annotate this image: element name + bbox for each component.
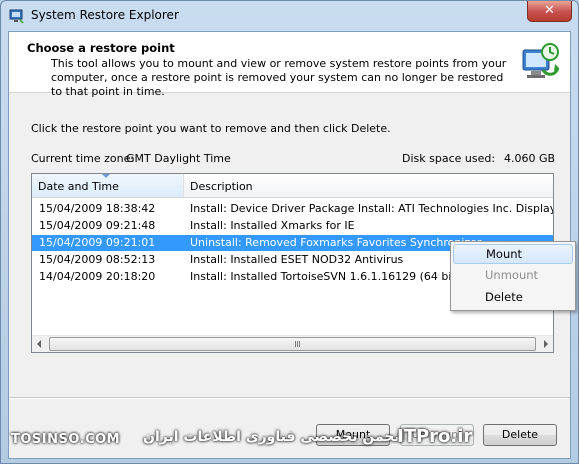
row-description: Install: Installed Xmarks for IE [190,219,355,232]
row-date: 14/04/2009 20:18:20 [39,270,156,283]
horizontal-scrollbar[interactable] [32,335,553,352]
row-description: Install: Device Driver Package Install: … [190,202,554,215]
table-row[interactable]: 15/04/2009 09:21:48 Install: Installed X… [32,218,553,234]
watermark-middle: انجمن تخصصی فناوری اطلاعات ایران [143,429,405,445]
banner-description: This tool allows you to mount and view o… [51,57,507,98]
timezone-value: GMT Daylight Time [126,152,231,165]
app-icon [9,9,24,23]
delete-button[interactable]: Delete [483,424,557,446]
row-description: Install: Installed TortoiseSVN 1.6.1.161… [190,270,461,283]
scroll-left-icon[interactable] [37,340,41,348]
instruction-text: Click the restore point you want to remo… [31,122,391,135]
menu-item-unmount[interactable]: Unmount [453,265,573,285]
system-restore-icon [522,43,560,78]
close-icon: ✕ [544,3,555,18]
row-description: Uninstall: Removed Foxmarks Favorites Sy… [190,236,482,249]
window-title: System Restore Explorer [31,8,179,22]
menu-item-mount[interactable]: Mount [453,244,573,264]
column-header-description[interactable]: Description [184,174,553,197]
divider [9,397,570,399]
list-header: Date and Time Description [32,174,553,198]
column-header-description-label: Description [190,180,253,193]
column-header-date-label: Date and Time [38,180,119,193]
menu-item-delete[interactable]: Delete [453,287,573,307]
row-description: Install: Installed ESET NOD32 Antivirus [190,253,404,266]
disk-space-label: Disk space used: [402,152,496,165]
close-button[interactable]: ✕ [527,1,572,22]
grip-icon [295,341,301,347]
row-date: 15/04/2009 09:21:01 [39,236,156,249]
row-date: 15/04/2009 18:38:42 [39,202,156,215]
scroll-right-icon[interactable] [544,340,548,348]
title-bar[interactable]: System Restore Explorer ✕ [1,1,578,31]
main-window: System Restore Explorer ✕ Choose a resto… [0,0,579,464]
row-date: 15/04/2009 08:52:13 [39,253,156,266]
banner-title: Choose a restore point [27,41,175,55]
sort-ascending-icon [102,174,110,178]
disk-space-value: 4.060 GB [504,152,556,165]
scrollbar-thumb[interactable] [49,337,536,351]
table-row[interactable]: 15/04/2009 18:38:42 Install: Device Driv… [32,201,553,217]
row-date: 15/04/2009 09:21:48 [39,219,156,232]
watermark-right: ITPro.ir [397,426,473,447]
watermark-left: TOSINSO.COM [11,432,121,447]
header-banner: Choose a restore point This tool allows … [9,32,570,98]
context-menu: Mount Unmount Delete [450,241,576,311]
column-header-date[interactable]: Date and Time [32,174,184,197]
timezone-label: Current time zone: [31,152,135,165]
